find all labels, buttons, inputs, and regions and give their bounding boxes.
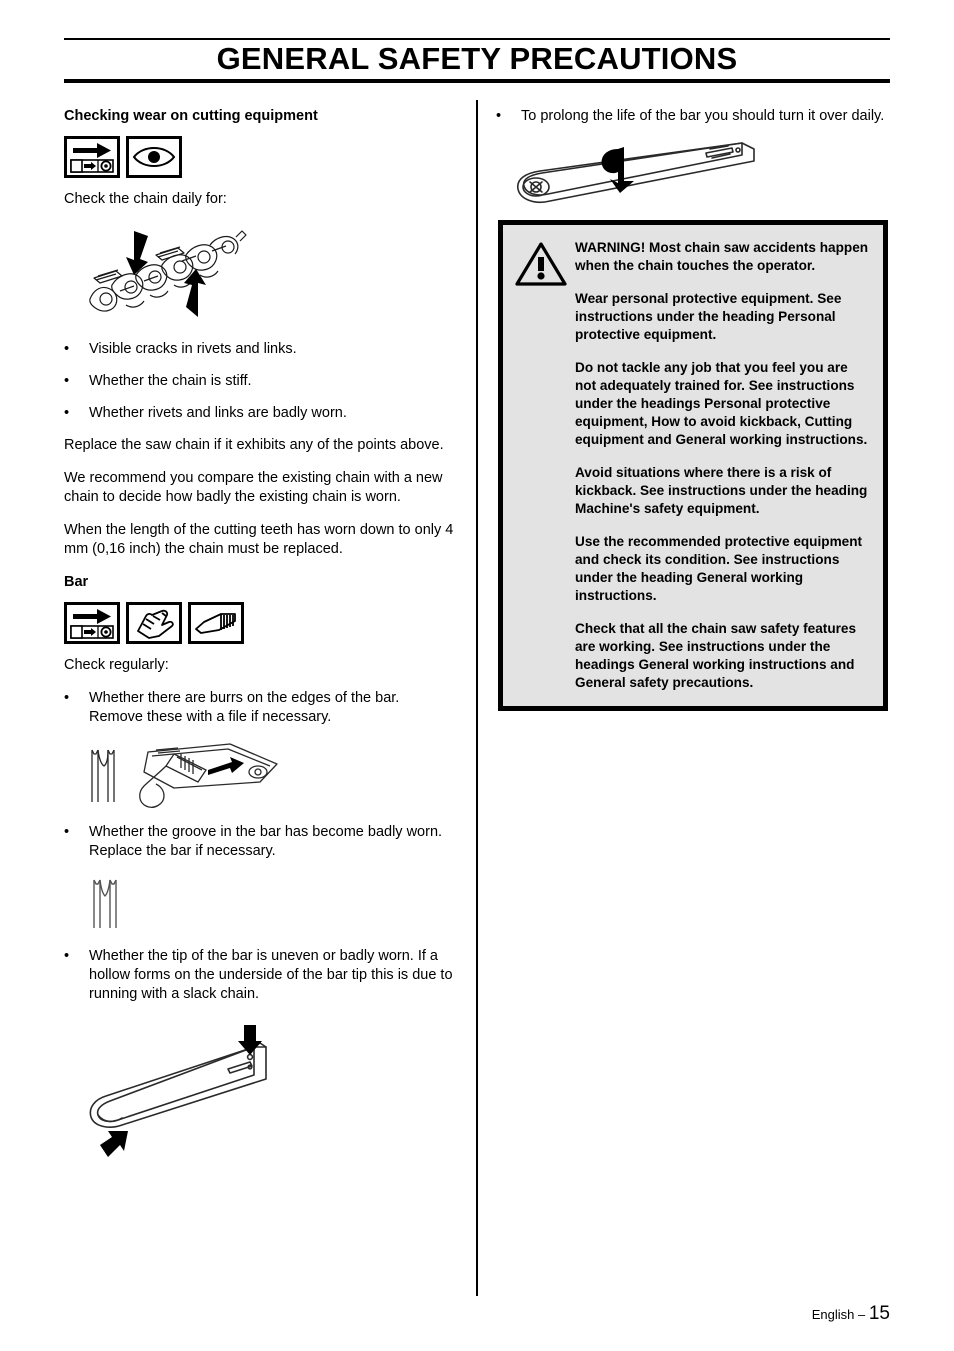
warning-box: WARNING! Most chain saw accidents happen… — [498, 220, 888, 711]
list-item-text: Whether the chain is stiff. — [89, 373, 252, 389]
list-item: • To prolong the life of the bar you sho… — [496, 107, 890, 126]
bullet-marker: • — [64, 373, 70, 389]
document-page: GENERAL SAFETY PRECAUTIONS Checking wear… — [0, 0, 954, 1351]
warning-paragraph-3: Do not tackle any job that you feel you … — [575, 360, 868, 447]
eye-icon — [126, 136, 182, 178]
page-title: GENERAL SAFETY PRECAUTIONS — [216, 41, 738, 76]
warning-paragraph-1: WARNING! Most chain saw accidents happen… — [575, 240, 869, 273]
right-column: • To prolong the life of the bar you sho… — [496, 107, 890, 214]
list-item: • Visible cracks in rivets and links. — [64, 340, 454, 359]
check-chain-daily-intro: Check the chain daily for: — [64, 191, 227, 207]
icon-row-bar — [64, 602, 454, 644]
list-item-text: Whether the tip of the bar is uneven or … — [89, 948, 453, 1002]
footer-language: English — [811, 1307, 855, 1322]
check-regularly-intro: Check regularly: — [64, 657, 169, 673]
list-item-text: Visible cracks in rivets and links. — [89, 341, 297, 357]
bullet-marker: • — [64, 405, 70, 421]
bullet-marker: • — [496, 108, 502, 124]
page-header: GENERAL SAFETY PRECAUTIONS — [64, 38, 890, 83]
paragraph-compare-chain: We recommend you compare the existing ch… — [64, 470, 443, 505]
list-item: • Whether rivets and links are badly wor… — [64, 404, 454, 423]
list-item-text: Whether there are burrs on the edges of … — [89, 690, 400, 725]
list-item: • Whether the groove in the bar has beco… — [64, 823, 454, 861]
warning-paragraph-6: Check that all the chain saw safety feat… — [575, 621, 857, 690]
list-item: • Whether the chain is stiff. — [64, 372, 454, 391]
footer-separator: – — [854, 1307, 869, 1322]
bar-arrow-icon — [64, 136, 120, 178]
list-item-text: Whether rivets and links are badly worn. — [89, 405, 347, 421]
list-item-text: To prolong the life of the bar you shoul… — [521, 108, 885, 124]
guide-bar-turn-over-illustration — [510, 139, 890, 214]
section-heading-checking-wear: Checking wear on cutting equipment — [64, 108, 318, 124]
page-footer: English – 15 — [812, 1303, 890, 1325]
bullet-marker: • — [64, 341, 70, 357]
page-number: 15 — [868, 1303, 890, 1324]
column-divider — [476, 100, 478, 1296]
glove-icon — [126, 602, 182, 644]
warning-triangle-icon — [515, 239, 569, 292]
list-item-text: Whether the groove in the bar has become… — [89, 824, 443, 859]
bullet-marker: • — [64, 948, 70, 964]
icon-row-checking-wear — [64, 136, 454, 178]
left-column: Checking wear on cutting equipment Check… — [64, 107, 454, 1178]
bar-groove-and-file-illustration — [82, 740, 454, 817]
section-heading-bar: Bar — [64, 574, 89, 590]
bullet-marker: • — [64, 824, 70, 840]
header-rule-bottom — [64, 79, 890, 83]
bullet-marker: • — [64, 690, 70, 706]
saw-chain-illustration — [82, 223, 454, 330]
guide-bar-tip-wear-illustration — [78, 1017, 454, 1172]
paragraph-tooth-length: When the length of the cutting teeth has… — [64, 522, 454, 557]
warning-text-block: WARNING! Most chain saw accidents happen… — [569, 239, 869, 692]
list-item: • Whether the tip of the bar is uneven o… — [64, 947, 454, 1004]
warning-paragraph-4: Avoid situations where there is a risk o… — [575, 465, 868, 516]
list-item: • Whether there are burrs on the edges o… — [64, 689, 454, 727]
warning-paragraph-2: Wear personal protective equipment. See … — [575, 291, 842, 342]
file-icon — [188, 602, 244, 644]
bar-arrow-icon — [64, 602, 120, 644]
paragraph-replace-chain: Replace the saw chain if it exhibits any… — [64, 437, 444, 453]
warning-paragraph-5: Use the recommended protective equipment… — [575, 534, 863, 603]
bar-groove-worn-illustration — [86, 874, 454, 937]
